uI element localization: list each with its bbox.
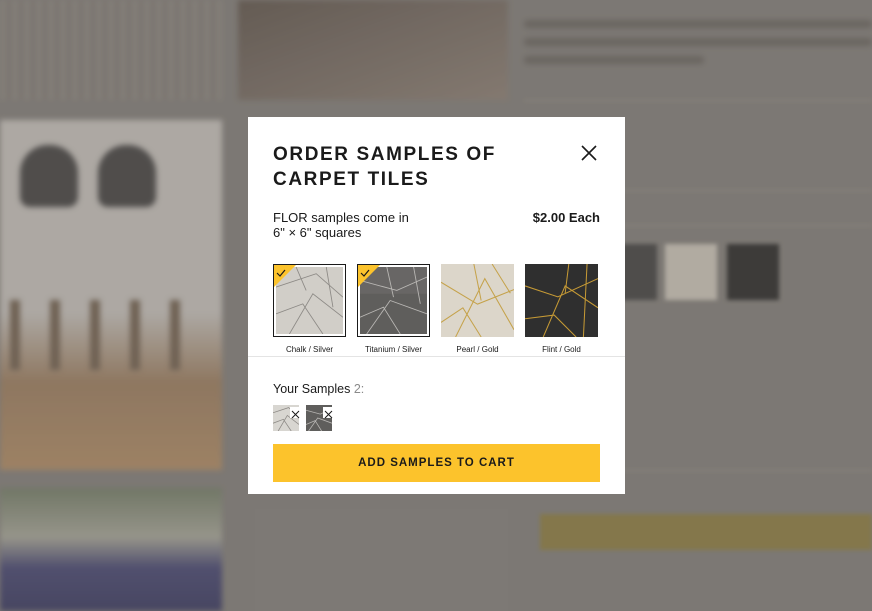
swatch-image	[441, 264, 514, 337]
remove-icon	[291, 410, 300, 419]
selected-check-icon	[358, 265, 380, 287]
sample-chip-chalk-silver	[273, 405, 301, 431]
swatch-frame[interactable]	[525, 264, 598, 337]
swatch-image	[525, 264, 598, 337]
swatch-pearl-gold[interactable]: Pearl / Gold	[441, 264, 514, 354]
order-samples-modal: ORDER SAMPLES OF CARPET TILES FLOR sampl…	[248, 117, 625, 494]
swatch-frame[interactable]	[357, 264, 430, 337]
swatch-label: Pearl / Gold	[456, 345, 499, 354]
sample-size-info: FLOR samples come in 6" × 6" squares	[273, 210, 409, 240]
remove-sample-button[interactable]	[323, 407, 334, 419]
your-samples-count: 2:	[353, 382, 365, 396]
swatch-label: Flint / Gold	[542, 345, 581, 354]
remove-sample-button[interactable]	[290, 407, 301, 419]
add-samples-to-cart-button[interactable]: ADD SAMPLES TO CART	[273, 444, 600, 482]
sample-price: $2.00 Each	[532, 210, 600, 225]
sample-chip-titanium-silver	[306, 405, 334, 431]
selected-check-icon	[274, 265, 296, 287]
remove-icon	[324, 410, 333, 419]
your-samples-heading: Your Samples 2:	[273, 382, 364, 396]
close-button[interactable]	[580, 144, 598, 162]
swatch-frame[interactable]	[273, 264, 346, 337]
swatch-titanium-silver[interactable]: Titanium / Silver	[357, 264, 430, 354]
modal-title: ORDER SAMPLES OF CARPET TILES	[273, 144, 497, 190]
section-divider	[248, 356, 625, 357]
swatch-frame[interactable]	[441, 264, 514, 337]
swatch-label: Titanium / Silver	[364, 345, 423, 354]
close-icon	[581, 145, 597, 161]
swatch-label: Chalk / Silver	[285, 345, 334, 354]
swatch-flint-gold[interactable]: Flint / Gold	[525, 264, 598, 354]
your-samples-label: Your Samples	[273, 382, 351, 396]
swatch-chalk-silver[interactable]: Chalk / Silver	[273, 264, 346, 354]
